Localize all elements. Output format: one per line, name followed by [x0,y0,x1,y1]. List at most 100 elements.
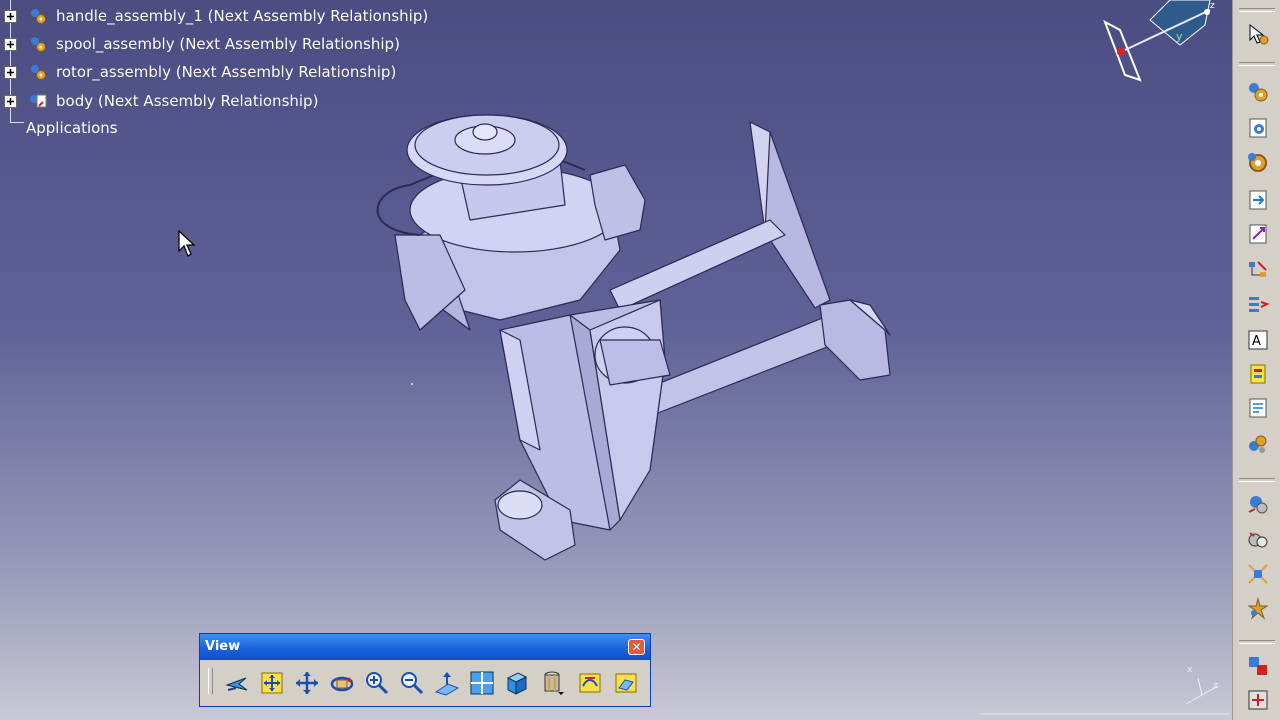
mouse-cursor-icon [178,230,196,257]
tree-item-label: handle_assembly_1 (Next Assembly Relatio… [56,7,429,25]
axis-triad-icon: x z [1185,665,1219,705]
existing-component-icon [1249,190,1267,210]
status-line [980,713,1230,715]
view-mode-button[interactable] [536,668,568,698]
numbering-icon [1249,297,1270,312]
expand-plus-icon[interactable] [4,94,17,108]
explode-icon [1248,564,1268,584]
zoom-in-icon [366,672,389,695]
select-button[interactable] [1243,20,1273,48]
snap-icon [1248,532,1268,548]
compass-axis-z-label: z [1210,1,1215,11]
svg-text:A: A [1252,334,1261,349]
expand-plus-icon[interactable] [4,9,17,23]
multi-view-icon [470,671,494,695]
fly-mode-button[interactable] [221,668,253,698]
select-arrow-icon [1249,23,1269,45]
representations-icon [1250,364,1266,384]
constraint-button[interactable] [1243,652,1273,680]
tree-item-rotor-assembly[interactable]: rotor_assembly (Next Assembly Relationsh… [0,60,420,84]
toolbar-separator [1239,640,1275,644]
view-toolbar-title: View [205,639,241,654]
hide-show-button[interactable] [574,668,606,698]
fix-component-button[interactable] [1243,686,1273,714]
fly-mode-icon [225,677,248,691]
view-toolbar-body [200,660,650,706]
pan-icon [296,672,318,694]
replace-component-button[interactable] [1243,220,1273,248]
tree-item-label: body (Next Assembly Relationship) [56,92,319,110]
clash-star-icon [1247,597,1269,620]
toolbar-separator [1239,478,1275,482]
view-mode-icon [544,671,564,695]
rotate-button[interactable] [326,668,358,698]
constraint-icon [1249,657,1267,675]
tree-item-handle-assembly[interactable]: handle_assembly_1 (Next Assembly Relatio… [0,4,460,28]
product-gear-icon [31,9,46,24]
tree-item-label: rotor_assembly (Next Assembly Relationsh… [56,63,397,81]
zoom-in-button[interactable] [361,668,393,698]
normal-view-icon [434,672,460,696]
tree-item-spool-assembly[interactable]: spool_assembly (Next Assembly Relationsh… [0,32,420,56]
multi-instantiation-button[interactable] [1243,394,1273,422]
close-button[interactable]: ✕ [628,639,645,655]
mini-axis-x-label: x [1187,665,1193,675]
pan-button[interactable] [291,668,323,698]
quick-view-isometric-icon [506,672,528,695]
fit-all-in-icon [261,672,283,694]
new-product-button[interactable] [1243,114,1273,142]
snap-button[interactable] [1243,526,1273,554]
part-body-icon [30,94,47,108]
right-toolbar: A [1232,0,1280,720]
existing-component-button[interactable] [1243,186,1273,214]
tree-item-body[interactable]: body (Next Assembly Relationship) [0,89,340,113]
graph-tree-reordering-button[interactable] [1243,256,1273,284]
toolbar-separator [1239,62,1275,66]
fast-multi-instantiation-button[interactable] [1243,430,1273,458]
zoom-out-button[interactable] [396,668,428,698]
toolbar-separator [1239,8,1275,12]
mini-axis-z-label: z [1213,681,1218,691]
fit-all-in-button[interactable] [256,668,288,698]
multi-instantiation-icon [1249,398,1267,418]
3d-viewport[interactable]: handle_assembly_1 (Next Assembly Relatio… [0,0,1232,720]
swap-visible-space-button[interactable] [610,668,642,698]
tree-applications-label[interactable]: Applications [26,119,118,137]
manage-representations-button[interactable] [1243,360,1273,388]
product-gear-icon [31,37,46,52]
hide-show-icon [579,673,601,693]
fishing-reel-model[interactable] [360,100,900,570]
text-frame-icon: A [1248,330,1268,350]
compass-icon[interactable]: y z [1095,0,1225,90]
gear-cluster-icon [1249,435,1267,453]
normal-view-button[interactable] [431,668,463,698]
compass-axis-y-label: y [1176,30,1183,43]
tree-connector-horizontal [10,122,24,123]
multi-view-button[interactable] [466,668,498,698]
manipulation-button[interactable] [1243,490,1273,518]
stop-manipulate-on-clash-button[interactable] [1243,595,1273,623]
tree-item-label: spool_assembly (Next Assembly Relationsh… [56,35,400,53]
replace-component-icon [1249,224,1267,244]
gear-icon [1248,153,1267,172]
manipulation-icon [1248,496,1268,514]
view-toolbar-titlebar[interactable]: View ✕ [200,634,650,660]
new-product-icon [1249,118,1267,138]
product-gear-icon [1249,83,1268,102]
toolbar-grip[interactable] [208,668,213,694]
view-toolbar[interactable]: View ✕ [199,633,651,707]
fix-component-icon [1248,690,1268,710]
tree-reorder-icon [1249,261,1267,277]
new-part-button[interactable] [1243,149,1273,177]
generate-numbering-button[interactable] [1243,290,1273,318]
selective-load-button[interactable]: A [1243,326,1273,354]
new-component-button[interactable] [1243,78,1273,106]
expand-plus-icon[interactable] [4,37,17,51]
expand-plus-icon[interactable] [4,65,17,79]
product-gear-icon [31,65,46,80]
quick-view-isometric-button[interactable] [501,668,533,698]
explode-button[interactable] [1243,560,1273,588]
swap-visible-space-icon [615,673,637,693]
zoom-out-icon [401,672,424,695]
rotate-icon [330,676,354,692]
